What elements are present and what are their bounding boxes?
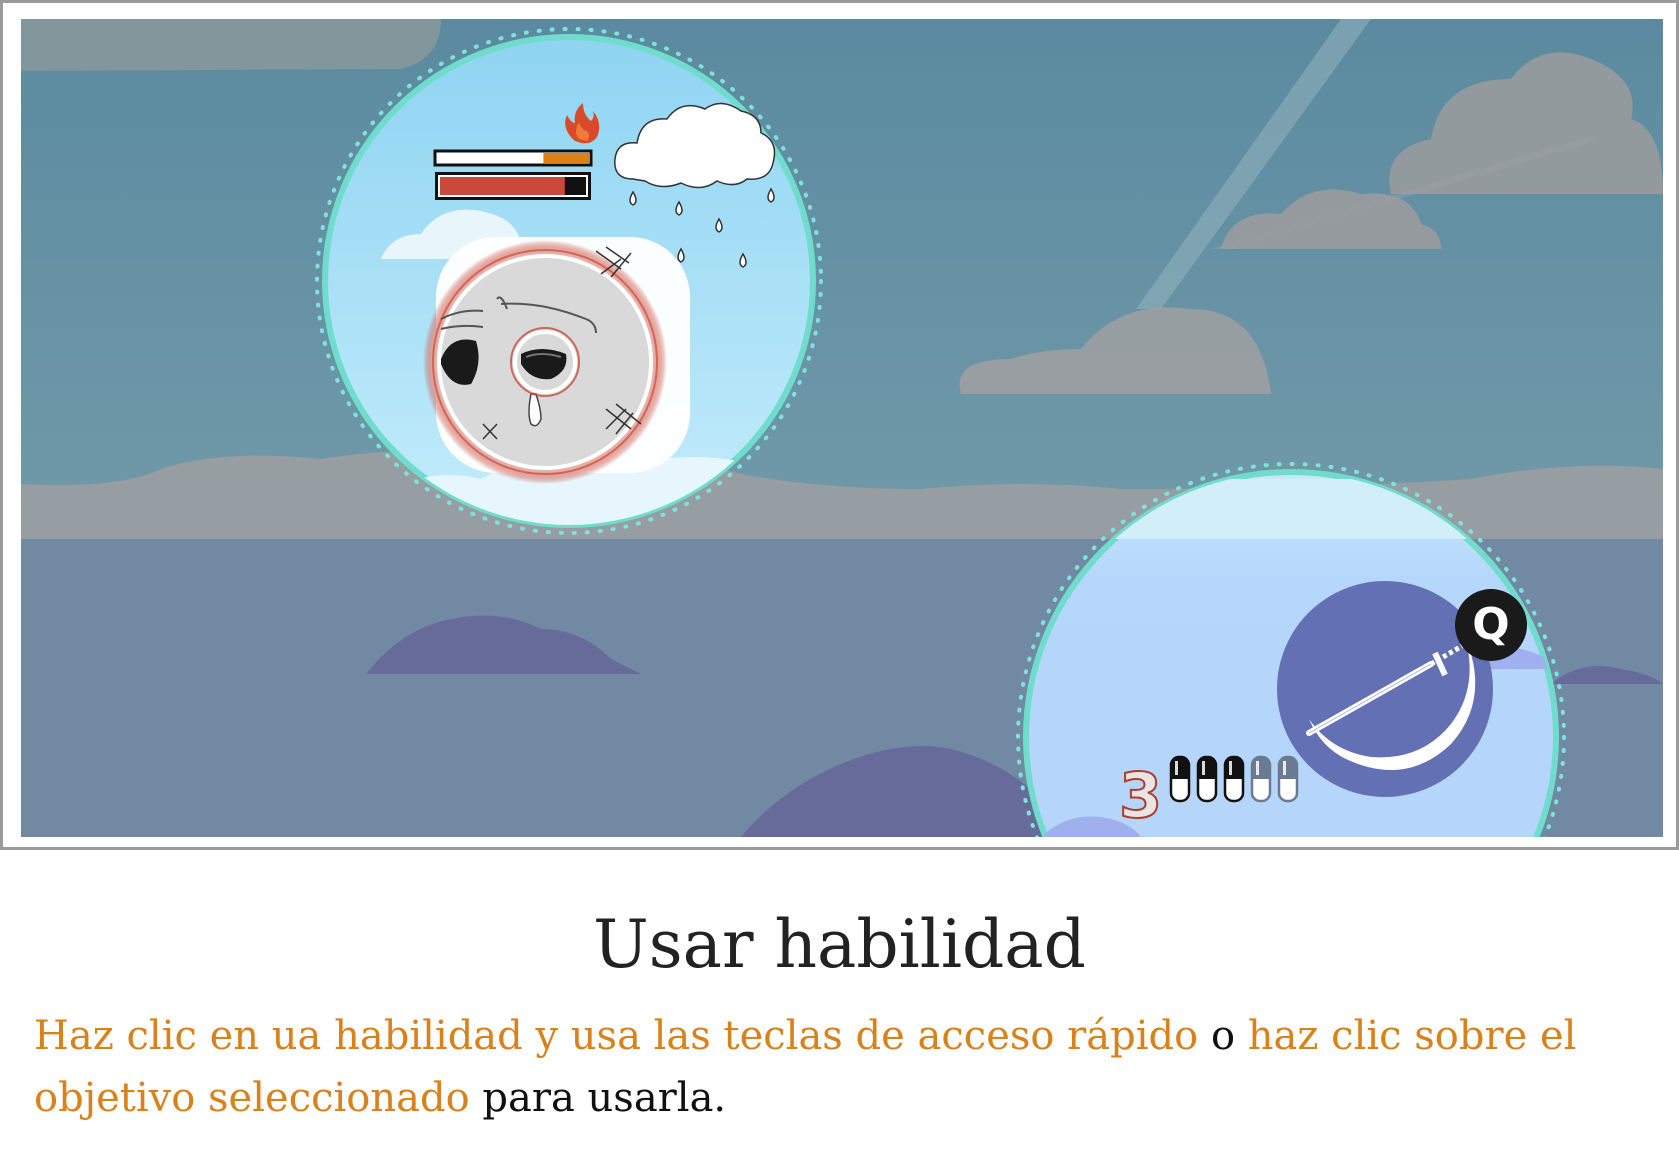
game-scene: Q 3 <box>21 19 1663 837</box>
ammo-capsule <box>1169 755 1191 803</box>
ammo-capsules <box>1169 755 1299 803</box>
caption-connector: o <box>1198 1013 1248 1059</box>
hotkey-q-badge[interactable]: Q <box>1455 589 1527 661</box>
ammo-capsule <box>1196 755 1218 803</box>
enemy-status-bars <box>433 149 593 200</box>
game-frame: Q 3 <box>0 0 1679 850</box>
caption-title: Usar habilidad <box>593 906 1086 983</box>
ammo-capsule <box>1277 755 1299 803</box>
ammo-count: 3 <box>1118 759 1163 832</box>
enemy-target[interactable] <box>423 237 690 484</box>
scene-art <box>21 19 1663 837</box>
ammo-capsule <box>1223 755 1245 803</box>
caption-text: Haz clic en ua habilidad y usa las tecla… <box>34 1005 1654 1129</box>
fire-bar <box>543 153 589 163</box>
health-bar <box>439 176 565 196</box>
caption-ending: para usarla. <box>469 1075 727 1121</box>
ammo-capsule <box>1250 755 1272 803</box>
caption-highlight-1: Haz clic en ua habilidad y usa las tecla… <box>34 1013 1199 1059</box>
